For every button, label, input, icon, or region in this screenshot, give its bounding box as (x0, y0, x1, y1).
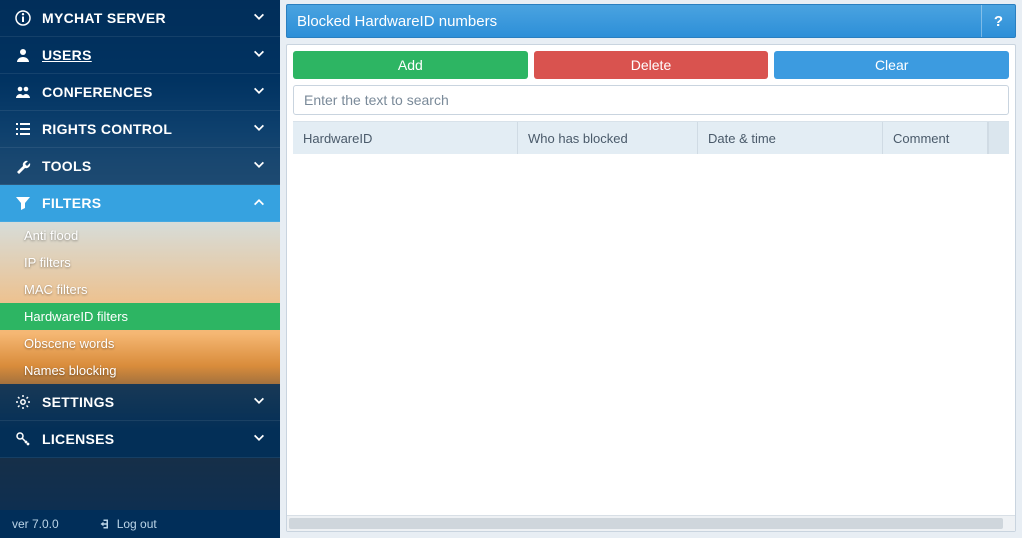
sub-item-hardwareid-filters[interactable]: HardwareID filters (0, 303, 280, 330)
info-icon (14, 9, 32, 27)
sub-item-label: IP filters (24, 255, 71, 270)
nav-item-rights-control[interactable]: RIGHTS CONTROL (0, 111, 280, 148)
nav: MYCHAT SERVER USERS CONFERENCES RIGHTS C… (0, 0, 280, 510)
sub-item-mac-filters[interactable]: MAC filters (0, 276, 280, 303)
logout-label: Log out (117, 517, 157, 531)
sub-item-label: Obscene words (24, 336, 114, 351)
clear-button[interactable]: Clear (774, 51, 1009, 79)
search-input[interactable] (293, 85, 1009, 115)
chevron-down-icon (252, 10, 268, 26)
nav-item-mychat-server[interactable]: MYCHAT SERVER (0, 0, 280, 37)
add-button[interactable]: Add (293, 51, 528, 79)
title-bar: Blocked HardwareID numbers ? (286, 4, 1016, 38)
sub-item-label: HardwareID filters (24, 309, 128, 324)
filters-subitems: Anti flood IP filters MAC filters Hardwa… (0, 222, 280, 384)
key-icon (14, 430, 32, 448)
col-hardwareid[interactable]: HardwareID (293, 122, 518, 154)
table: HardwareID Who has blocked Date & time C… (293, 121, 1009, 515)
nav-item-users[interactable]: USERS (0, 37, 280, 74)
main: Blocked HardwareID numbers ? Add Delete … (280, 0, 1022, 538)
sub-item-anti-flood[interactable]: Anti flood (0, 222, 280, 249)
funnel-icon (14, 194, 32, 212)
nav-item-licenses[interactable]: LICENSES (0, 421, 280, 458)
sidebar: MYCHAT SERVER USERS CONFERENCES RIGHTS C… (0, 0, 280, 538)
group-icon (14, 83, 32, 101)
nav-item-conferences[interactable]: CONFERENCES (0, 74, 280, 111)
sub-item-label: Names blocking (24, 363, 117, 378)
col-datetime[interactable]: Date & time (698, 122, 883, 154)
chevron-down-icon (252, 431, 268, 447)
help-button[interactable]: ? (981, 5, 1015, 37)
list-icon (14, 120, 32, 138)
scrollbar-thumb[interactable] (289, 518, 1003, 529)
sub-item-label: Anti flood (24, 228, 78, 243)
version-label: ver 7.0.0 (12, 517, 59, 531)
footer: ver 7.0.0 Log out (0, 510, 280, 538)
sub-item-ip-filters[interactable]: IP filters (0, 249, 280, 276)
gears-icon (14, 393, 32, 411)
nav-label: FILTERS (42, 195, 252, 211)
panel: Add Delete Clear HardwareID Who has bloc… (286, 44, 1016, 532)
nav-label: MYCHAT SERVER (42, 10, 252, 26)
logout-button[interactable]: Log out (99, 517, 157, 531)
button-row: Add Delete Clear (293, 51, 1009, 79)
table-header: HardwareID Who has blocked Date & time C… (293, 122, 1009, 154)
wrench-icon (14, 157, 32, 175)
chevron-down-icon (252, 394, 268, 410)
sub-item-obscene-words[interactable]: Obscene words (0, 330, 280, 357)
nav-item-filters[interactable]: FILTERS (0, 185, 280, 222)
chevron-up-icon (252, 195, 268, 211)
nav-item-tools[interactable]: TOOLS (0, 148, 280, 185)
delete-button[interactable]: Delete (534, 51, 769, 79)
user-icon (14, 46, 32, 64)
col-who-blocked[interactable]: Who has blocked (518, 122, 698, 154)
table-body (293, 154, 1009, 515)
sub-item-label: MAC filters (24, 282, 88, 297)
chevron-down-icon (252, 158, 268, 174)
chevron-down-icon (252, 121, 268, 137)
col-spacer (988, 122, 1009, 154)
logout-icon (99, 518, 111, 530)
nav-label: LICENSES (42, 431, 252, 447)
nav-label: CONFERENCES (42, 84, 252, 100)
nav-item-settings[interactable]: SETTINGS (0, 384, 280, 421)
chevron-down-icon (252, 47, 268, 63)
horizontal-scrollbar[interactable] (287, 515, 1015, 531)
sub-item-names-blocking[interactable]: Names blocking (0, 357, 280, 384)
nav-label: RIGHTS CONTROL (42, 121, 252, 137)
chevron-down-icon (252, 84, 268, 100)
page-title: Blocked HardwareID numbers (287, 13, 981, 30)
nav-label: TOOLS (42, 158, 252, 174)
nav-label: SETTINGS (42, 394, 252, 410)
nav-label: USERS (42, 47, 252, 63)
col-comment[interactable]: Comment (883, 122, 988, 154)
